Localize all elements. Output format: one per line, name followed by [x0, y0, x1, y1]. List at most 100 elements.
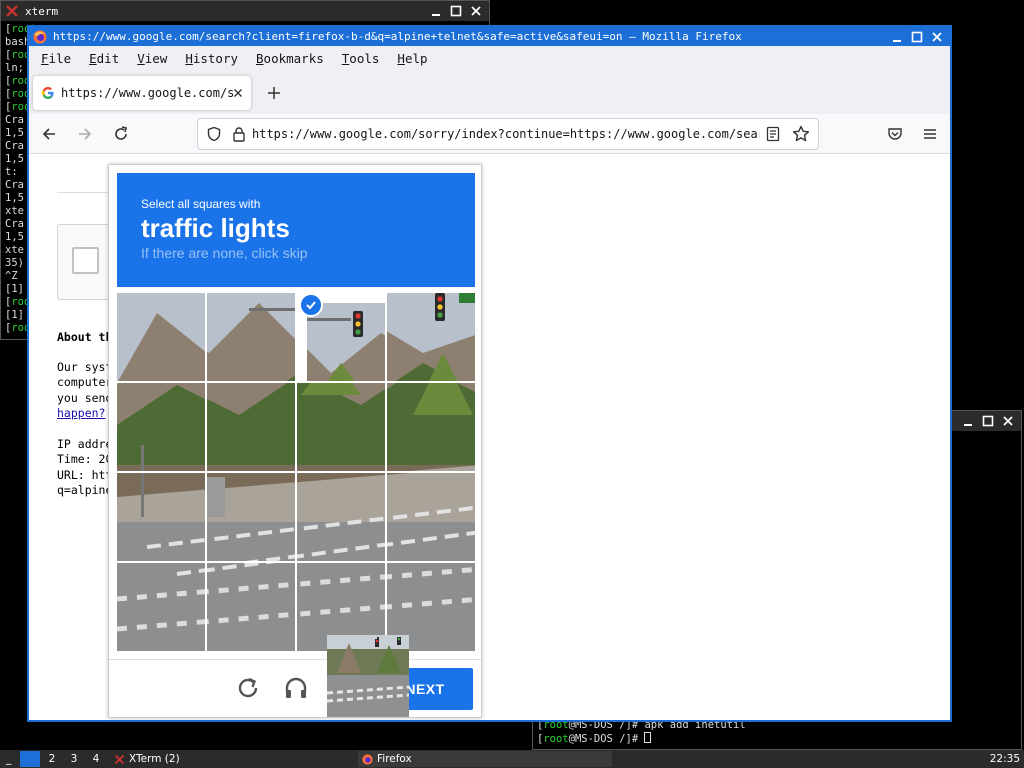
street-scene-thumbnail	[327, 635, 409, 717]
url-bar[interactable]: https://www.google.com/sorry/index?conti…	[197, 118, 819, 150]
terminal-cursor	[644, 732, 652, 743]
navigation-toolbar: https://www.google.com/sorry/index?conti…	[29, 114, 950, 154]
firefox-titlebar[interactable]: https://www.google.com/search?client=fir…	[29, 27, 950, 46]
sorry-para-line: computer	[57, 375, 113, 389]
sorry-info-line: Time: 20	[57, 452, 113, 466]
taskbar-xterm-label: XTerm (2)	[129, 753, 180, 765]
tile-image	[387, 383, 475, 471]
tile-image	[207, 383, 295, 471]
audio-challenge-button[interactable]	[281, 673, 311, 703]
url-text[interactable]: https://www.google.com/sorry/index?conti…	[252, 127, 760, 141]
selected-check-icon	[299, 293, 323, 317]
challenge-instruction: Select all squares with	[141, 197, 261, 211]
desktop-1-button[interactable]: 1	[20, 751, 40, 767]
pocket-button[interactable]	[879, 118, 911, 150]
challenge-tile[interactable]	[387, 383, 475, 471]
menu-item-view[interactable]: View	[135, 49, 169, 68]
forward-button[interactable]	[69, 118, 101, 150]
maximize-icon[interactable]	[981, 414, 995, 428]
desktop-4-button[interactable]: 4	[86, 751, 106, 767]
tile-image	[117, 383, 205, 471]
challenge-grid	[117, 293, 475, 651]
menu-item-tools[interactable]: Tools	[340, 49, 382, 68]
tile-image	[387, 293, 475, 381]
challenge-target: traffic lights	[141, 213, 290, 243]
tab-label: https://www.google.com/s	[61, 85, 233, 100]
new-tab-button[interactable]	[259, 78, 289, 108]
menu-item-file[interactable]: File	[39, 49, 73, 68]
tab-bar: https://www.google.com/s	[29, 71, 950, 114]
close-icon[interactable]	[1001, 414, 1015, 428]
xterm-titlebar-2[interactable]	[951, 411, 1021, 431]
taskbar-item-xterm[interactable]: XTerm (2)	[110, 751, 354, 767]
tile-image	[297, 383, 385, 471]
challenge-tile[interactable]	[297, 293, 385, 381]
close-icon[interactable]	[930, 30, 944, 44]
challenge-tile[interactable]	[207, 563, 295, 651]
desktop-3-button[interactable]: 3	[64, 751, 84, 767]
tile-image	[117, 563, 205, 651]
challenge-tile[interactable]	[207, 383, 295, 471]
tab-close-icon[interactable]	[233, 88, 243, 98]
shield-icon[interactable]	[206, 126, 222, 142]
xterm-titlebar[interactable]: xterm	[1, 1, 489, 21]
minimize-icon[interactable]	[429, 4, 443, 18]
challenge-tile[interactable]	[117, 563, 205, 651]
start-button[interactable]: _	[6, 753, 18, 765]
tab-google[interactable]: https://www.google.com/s	[33, 75, 251, 110]
headphones-icon	[285, 677, 307, 698]
sorry-para-line: Our syst	[57, 359, 113, 374]
challenge-tile[interactable]	[207, 293, 295, 381]
challenge-tile[interactable]	[117, 383, 205, 471]
tile-image	[387, 473, 475, 561]
menu-bar: File Edit View History Bookmarks Tools Help	[29, 46, 950, 71]
desktop-2-button[interactable]: 2	[42, 751, 62, 767]
xterm-icon	[6, 5, 18, 17]
app-menu-button[interactable]	[914, 118, 946, 150]
hamburger-menu-icon	[924, 129, 936, 139]
tile-transition-preview	[327, 635, 409, 717]
tile-image	[307, 303, 385, 381]
tile-image	[117, 473, 205, 561]
challenge-note: If there are none, click skip	[141, 245, 308, 261]
taskbar-item-firefox[interactable]: Firefox	[358, 751, 612, 767]
xterm-output-2[interactable]: [root@MS-DOS /]# apk add inetutil [root@…	[537, 719, 746, 745]
menu-item-edit[interactable]: Edit	[87, 49, 121, 68]
reload-challenge-button[interactable]	[233, 673, 263, 703]
tile-image	[207, 563, 295, 651]
menu-item-bookmarks[interactable]: Bookmarks	[254, 49, 326, 68]
reload-icon	[238, 677, 258, 698]
challenge-tile[interactable]	[387, 473, 475, 561]
sorry-para-line: you send	[57, 390, 113, 405]
challenge-tile[interactable]	[117, 293, 205, 381]
minimize-icon[interactable]	[890, 30, 904, 44]
maximize-icon[interactable]	[449, 4, 463, 18]
reload-button[interactable]	[105, 118, 137, 150]
back-button[interactable]	[33, 118, 65, 150]
challenge-tile[interactable]	[297, 473, 385, 561]
menu-item-help[interactable]: Help	[395, 49, 429, 68]
tile-image	[207, 293, 295, 381]
footer-divider	[109, 659, 481, 660]
minimize-icon[interactable]	[961, 414, 975, 428]
xterm-title: xterm	[25, 4, 59, 18]
challenge-tile[interactable]	[207, 473, 295, 561]
maximize-icon[interactable]	[910, 30, 924, 44]
recaptcha-checkbox[interactable]	[72, 247, 99, 274]
bookmark-star-icon[interactable]	[792, 125, 810, 143]
menu-item-history[interactable]: History	[183, 49, 240, 68]
challenge-tile[interactable]	[117, 473, 205, 561]
taskbar-firefox-label: Firefox	[377, 753, 412, 765]
back-arrow-icon	[42, 127, 55, 140]
challenge-tile[interactable]	[297, 383, 385, 471]
challenge-tile[interactable]	[387, 293, 475, 381]
reader-view-icon[interactable]	[766, 126, 780, 142]
sorry-heading: About th	[57, 330, 113, 344]
challenge-header: Select all squares with traffic lights I…	[117, 173, 475, 287]
sorry-info-line: q=alpine	[57, 483, 113, 497]
lock-icon[interactable]	[232, 126, 246, 142]
why-link[interactable]: happen?	[57, 406, 112, 422]
xterm-icon	[114, 754, 125, 764]
close-icon[interactable]	[469, 4, 483, 18]
firefox-title: https://www.google.com/search?client=fir…	[53, 30, 742, 43]
